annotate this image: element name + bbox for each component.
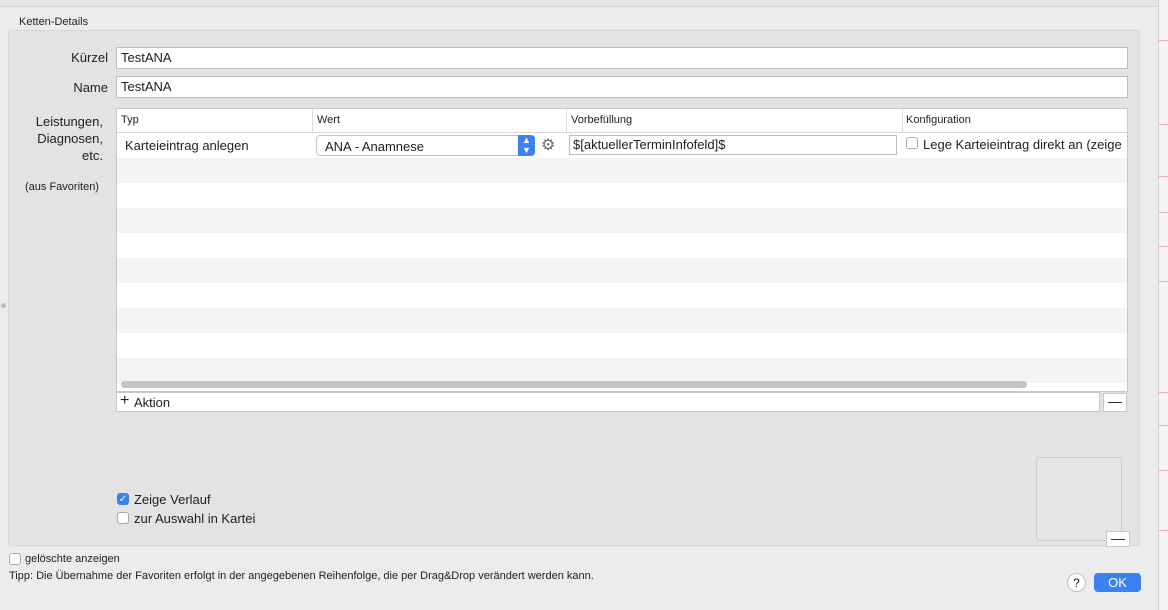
table-row-empty [117,333,1127,358]
leistungen-label-line: etc. [82,148,103,163]
horizontal-scrollbar[interactable] [121,381,1027,388]
column-header-vorbefuellung[interactable]: Vorbefüllung [567,109,903,132]
title-bar-edge [0,0,1158,7]
background-line [1159,212,1168,213]
column-header-wert[interactable]: Wert [313,109,567,132]
image-well[interactable] [1036,457,1122,541]
column-header-typ[interactable]: Typ [117,109,313,132]
remove-action-button[interactable]: — [1103,393,1127,412]
favoriten-hint: (aus Favoriten) [25,181,99,193]
table-row-empty [117,258,1127,283]
kuerzel-field[interactable]: TestANA [116,47,1128,69]
table-row-empty [117,283,1127,308]
zeige-verlauf-checkbox[interactable]: ✓ [117,493,129,505]
background-line [1159,530,1168,531]
leistungen-label-line: Diagnosen, [37,131,103,146]
column-header-konfiguration[interactable]: Konfiguration [902,109,1127,132]
background-window-edge [1158,0,1168,610]
table-row-empty [117,208,1127,233]
leistungen-label: Leistungen, Diagnosen, etc. [20,113,103,164]
geloeschte-checkbox[interactable] [9,553,21,565]
add-action-label: Aktion [134,395,171,410]
remove-image-button[interactable]: — [1106,531,1130,547]
chevron-updown-icon: ▲ ▼ [518,135,535,156]
name-label: Name [73,80,108,95]
resize-dot [1,303,6,308]
gear-icon[interactable]: ⚙ [541,135,555,155]
tipp-text: Tipp: Die Übernahme der Favoriten erfolg… [9,570,594,582]
background-line [1159,176,1168,177]
background-line [1159,281,1168,282]
help-button[interactable]: ? [1067,573,1086,592]
background-line [1159,425,1168,426]
background-line [1159,392,1168,393]
actions-table[interactable]: Typ Wert Vorbefüllung Konfiguration Kart… [116,108,1128,392]
plus-icon: + [120,392,130,409]
table-header: Typ Wert Vorbefüllung Konfiguration [117,109,1127,133]
wert-popup-value: ANA - Anamnese [325,139,424,154]
kuerzel-label: Kürzel [71,50,108,65]
table-row[interactable]: Karteieintrag anlegen ANA - Anamnese ▲ ▼ … [117,133,1127,158]
konfiguration-checkbox[interactable] [906,137,918,149]
zur-auswahl-checkbox[interactable] [117,512,129,524]
table-row-empty [117,183,1127,208]
zur-auswahl-label: zur Auswahl in Kartei [134,511,256,526]
table-row-empty [117,233,1127,258]
leistungen-label-line: Leistungen, [35,114,103,129]
background-line [1159,40,1168,41]
zeige-verlauf-label: Zeige Verlauf [134,492,211,507]
name-field[interactable]: TestANA [116,76,1128,98]
table-row-empty [117,358,1127,383]
konfiguration-label: Lege Karteieintrag direkt an (zeige [923,137,1122,152]
box-title: Ketten-Details [19,16,89,28]
geloeschte-label: gelöschte anzeigen [25,553,120,565]
ketten-details-dialog: Ketten-Details Kürzel TestANA Name TestA… [0,0,1158,610]
table-row-empty [117,308,1127,333]
table-row-empty [117,158,1127,183]
background-line [1159,470,1168,471]
background-line [1159,246,1168,247]
vorbefuellung-field[interactable]: $[aktuellerTerminInfofeld]$ [569,135,897,155]
add-action-button[interactable]: + Aktion [116,392,1100,412]
ok-button[interactable]: OK [1094,573,1141,592]
background-line [1159,124,1168,125]
wert-popup[interactable]: ANA - Anamnese ▲ ▼ [316,135,535,156]
typ-cell: Karteieintrag anlegen [125,138,249,153]
